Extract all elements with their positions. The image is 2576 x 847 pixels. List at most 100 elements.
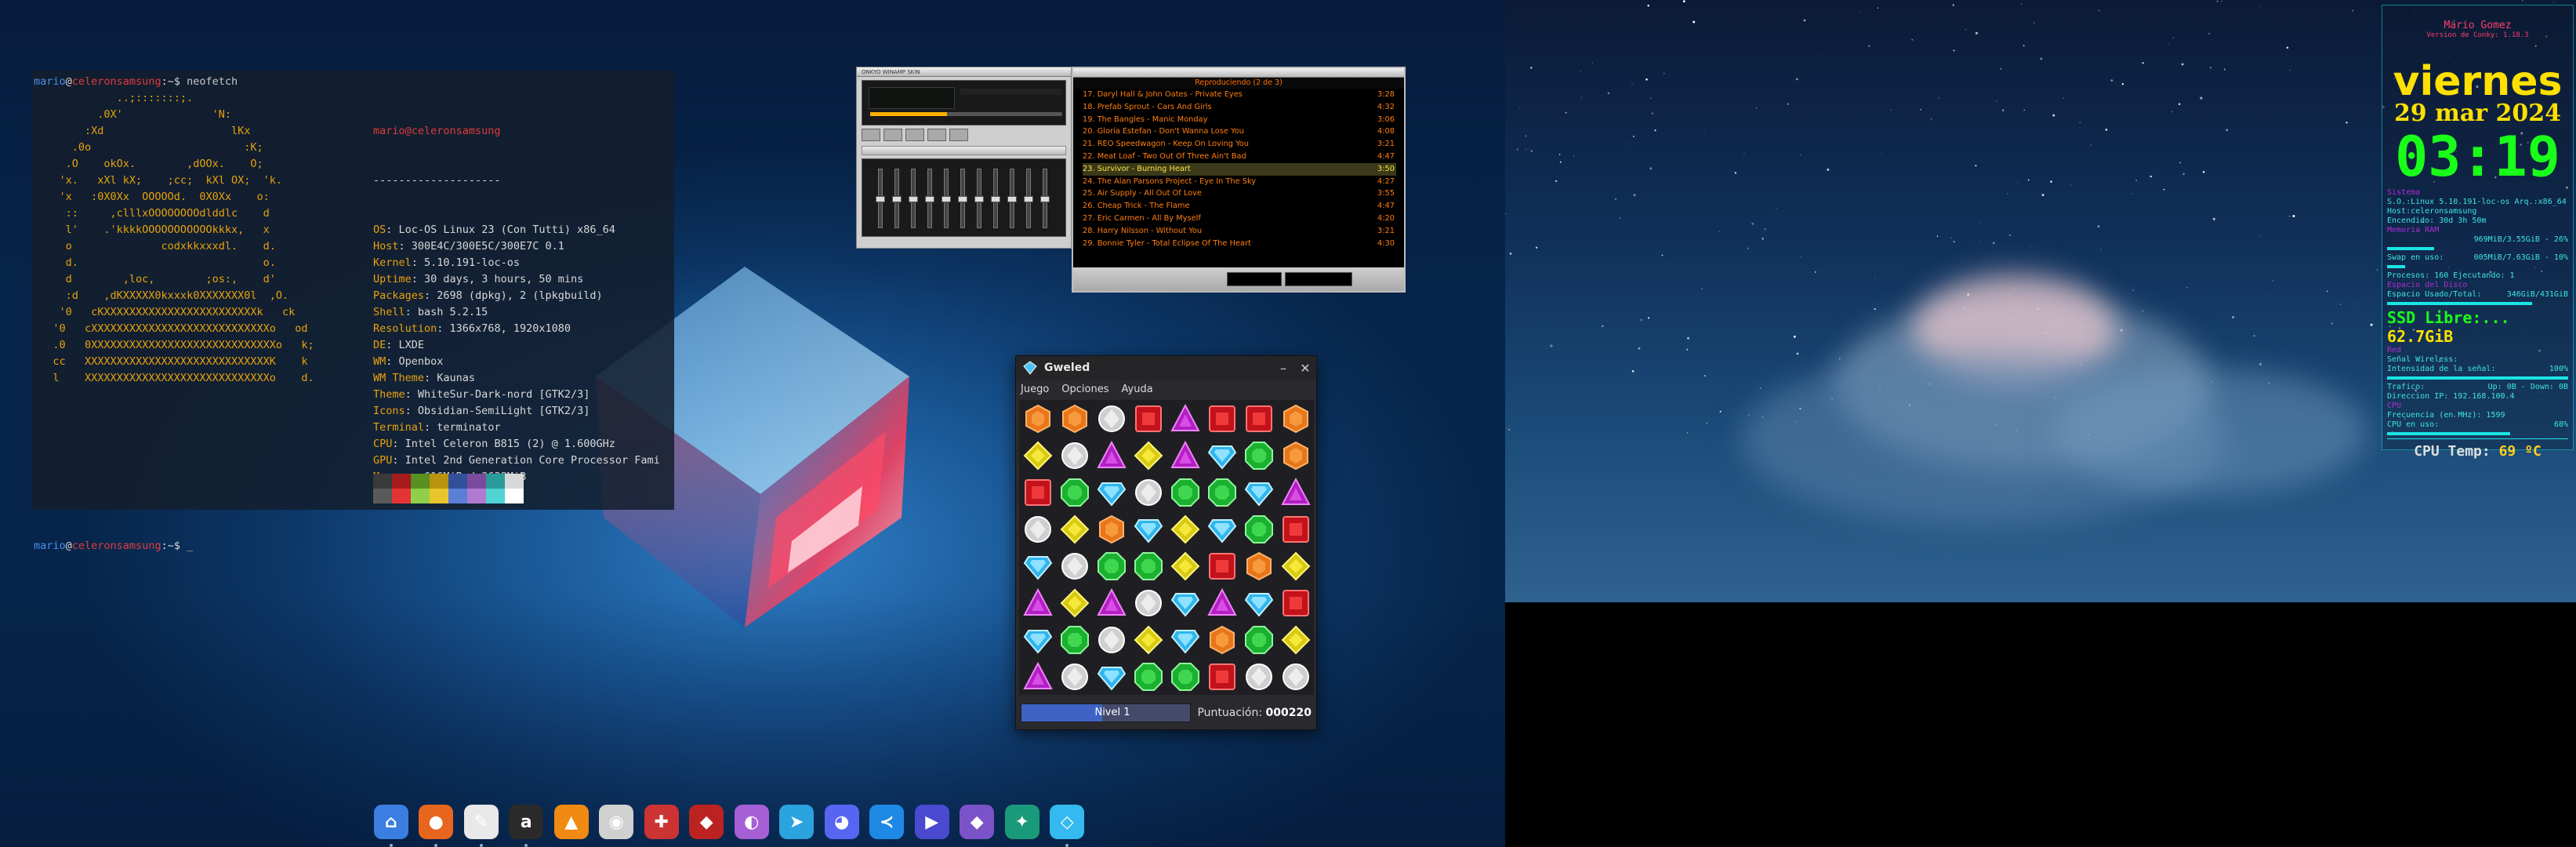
gem-purple[interactable] xyxy=(1277,474,1314,511)
dock-item[interactable]: ◇ xyxy=(1045,802,1090,847)
gem-yellow[interactable] xyxy=(1056,584,1093,621)
dock-item[interactable]: ≺ xyxy=(865,802,910,842)
eq-slider-knob[interactable] xyxy=(876,196,885,202)
dock-item[interactable]: ✚ xyxy=(639,802,684,842)
eq-slider-knob[interactable] xyxy=(1040,196,1050,202)
prev-button[interactable] xyxy=(862,129,880,141)
gem-purple[interactable] xyxy=(1019,658,1056,695)
winamp-playlist-window[interactable]: Reproduciendo (2 de 3) 17. Daryl Hall & … xyxy=(1072,67,1406,293)
menu-opciones[interactable]: Opciones xyxy=(1061,384,1108,395)
winamp-main-window[interactable]: ONKYO WINAMP SKIN xyxy=(856,67,1072,249)
gem-blue[interactable] xyxy=(1240,584,1277,621)
gem-purple[interactable] xyxy=(1166,437,1203,474)
playlist-item[interactable]: 25. Air Supply - All Out Of Love 3:55 xyxy=(1083,187,1396,200)
winamp-titlebar[interactable]: ONKYO WINAMP SKIN xyxy=(857,67,1071,77)
gem-orange[interactable] xyxy=(1277,437,1314,474)
playlist-item[interactable]: 24. The Alan Parsons Project - Eye In Th… xyxy=(1083,176,1396,188)
gem-yellow[interactable] xyxy=(1166,511,1203,547)
gem-green[interactable] xyxy=(1203,474,1240,511)
gem-red[interactable] xyxy=(1203,658,1240,695)
dock-item[interactable]: a xyxy=(504,802,550,847)
dock-item[interactable]: ◉ xyxy=(594,802,640,842)
gem-purple[interactable] xyxy=(1166,400,1203,437)
gem-blue[interactable] xyxy=(1203,511,1240,547)
equalizer-titlebar[interactable] xyxy=(862,146,1066,155)
gem-red[interactable] xyxy=(1203,400,1240,437)
gem-orange[interactable] xyxy=(1240,547,1277,584)
playlist-item[interactable]: 18. Prefab Sprout - Cars And Girls 4:32 xyxy=(1083,101,1396,114)
gem-yellow[interactable] xyxy=(1019,437,1056,474)
minimize-button[interactable]: – xyxy=(1272,361,1294,376)
gem-blue[interactable] xyxy=(1019,621,1056,658)
gem-green[interactable] xyxy=(1240,437,1277,474)
eq-slider[interactable] xyxy=(958,169,967,228)
dock-item[interactable]: ◆ xyxy=(955,802,1000,842)
gem-blue[interactable] xyxy=(1130,511,1166,547)
gem-blue[interactable] xyxy=(1166,621,1203,658)
gem-white[interactable] xyxy=(1019,511,1056,547)
gem-orange[interactable] xyxy=(1019,400,1056,437)
gem-purple[interactable] xyxy=(1093,437,1130,474)
gem-white[interactable] xyxy=(1056,658,1093,695)
gem-blue[interactable] xyxy=(1240,474,1277,511)
terminal-window[interactable]: mario@celeronsamsung:~$ neofetch ..;::::… xyxy=(31,71,674,552)
gweled-window[interactable]: Gweled – ✕ Juego Opciones Ayuda Nivel 1 Pu… xyxy=(1015,355,1317,730)
gem-green[interactable] xyxy=(1130,658,1166,695)
gem-white[interactable] xyxy=(1130,474,1166,511)
eq-slider[interactable] xyxy=(925,169,934,228)
dock-item[interactable]: ◐ xyxy=(729,802,775,842)
menu-juego[interactable]: Juego xyxy=(1021,384,1049,395)
menu-ayuda[interactable]: Ayuda xyxy=(1122,384,1153,395)
gem-red[interactable] xyxy=(1277,584,1314,621)
gem-green[interactable] xyxy=(1056,474,1093,511)
gem-purple[interactable] xyxy=(1093,584,1130,621)
eq-slider-knob[interactable] xyxy=(1007,196,1017,202)
eq-slider[interactable] xyxy=(892,169,902,228)
eq-slider-knob[interactable] xyxy=(974,196,984,202)
terminal-cursor[interactable]: _ xyxy=(187,540,193,552)
gem-yellow[interactable] xyxy=(1056,511,1093,547)
dock-item[interactable]: ✎ xyxy=(459,802,504,847)
gem-white[interactable] xyxy=(1130,584,1166,621)
dock-item[interactable]: ◆ xyxy=(684,802,730,842)
gem-purple[interactable] xyxy=(1203,584,1240,621)
gem-orange[interactable] xyxy=(1203,621,1240,658)
playlist-item[interactable]: 21. REO Speedwagon - Keep On Loving You 3… xyxy=(1083,138,1396,151)
dock-item[interactable]: ⌂ xyxy=(368,802,414,847)
gem-orange[interactable] xyxy=(1277,400,1314,437)
gem-green[interactable] xyxy=(1166,658,1203,695)
gem-white[interactable] xyxy=(1093,621,1130,658)
close-button[interactable]: ✕ xyxy=(1294,361,1316,376)
gem-green[interactable] xyxy=(1166,474,1203,511)
gem-yellow[interactable] xyxy=(1277,621,1314,658)
gem-blue[interactable] xyxy=(1019,547,1056,584)
playlist-item[interactable]: 28. Harry Nilsson - Without You 3:21 xyxy=(1083,225,1396,238)
gweled-board[interactable] xyxy=(1019,400,1314,695)
gem-yellow[interactable] xyxy=(1130,621,1166,658)
playlist-item[interactable]: 19. The Bangles - Manic Monday 3:06 xyxy=(1083,114,1396,126)
dock-item[interactable]: ➤ xyxy=(775,802,820,842)
gem-red[interactable] xyxy=(1130,400,1166,437)
gem-white[interactable] xyxy=(1056,437,1093,474)
gem-green[interactable] xyxy=(1240,621,1277,658)
playlist-item[interactable]: 20. Gloria Estefan - Don't Wanna Lose Yo… xyxy=(1083,125,1396,138)
stop-button[interactable] xyxy=(927,129,946,141)
eq-slider[interactable] xyxy=(942,169,951,228)
playlist-item[interactable]: 22. Meat Loaf - Two Out Of Three Ain't B… xyxy=(1083,151,1396,163)
gem-red[interactable] xyxy=(1240,400,1277,437)
dock-item[interactable]: ▶ xyxy=(909,802,955,842)
gem-orange[interactable] xyxy=(1093,511,1130,547)
gem-green[interactable] xyxy=(1056,621,1093,658)
gem-red[interactable] xyxy=(1019,474,1056,511)
gem-green[interactable] xyxy=(1130,547,1166,584)
gem-blue[interactable] xyxy=(1203,437,1240,474)
eq-slider[interactable] xyxy=(1007,169,1017,228)
eq-slider[interactable] xyxy=(974,169,984,228)
playlist-item[interactable]: 23. Survivor - Burning Heart 3:50 xyxy=(1083,162,1396,176)
dock-item[interactable]: ◕ xyxy=(819,802,865,842)
dock-item[interactable]: ✦ xyxy=(1000,802,1045,842)
eq-slider-knob[interactable] xyxy=(942,196,951,202)
eq-slider[interactable] xyxy=(991,169,1000,228)
playlist-item[interactable]: 26. Cheap Trick - The Flame 4:47 xyxy=(1083,200,1396,213)
playlist-item[interactable]: 17. Daryl Hall & John Oates - Private Ey… xyxy=(1083,89,1396,101)
